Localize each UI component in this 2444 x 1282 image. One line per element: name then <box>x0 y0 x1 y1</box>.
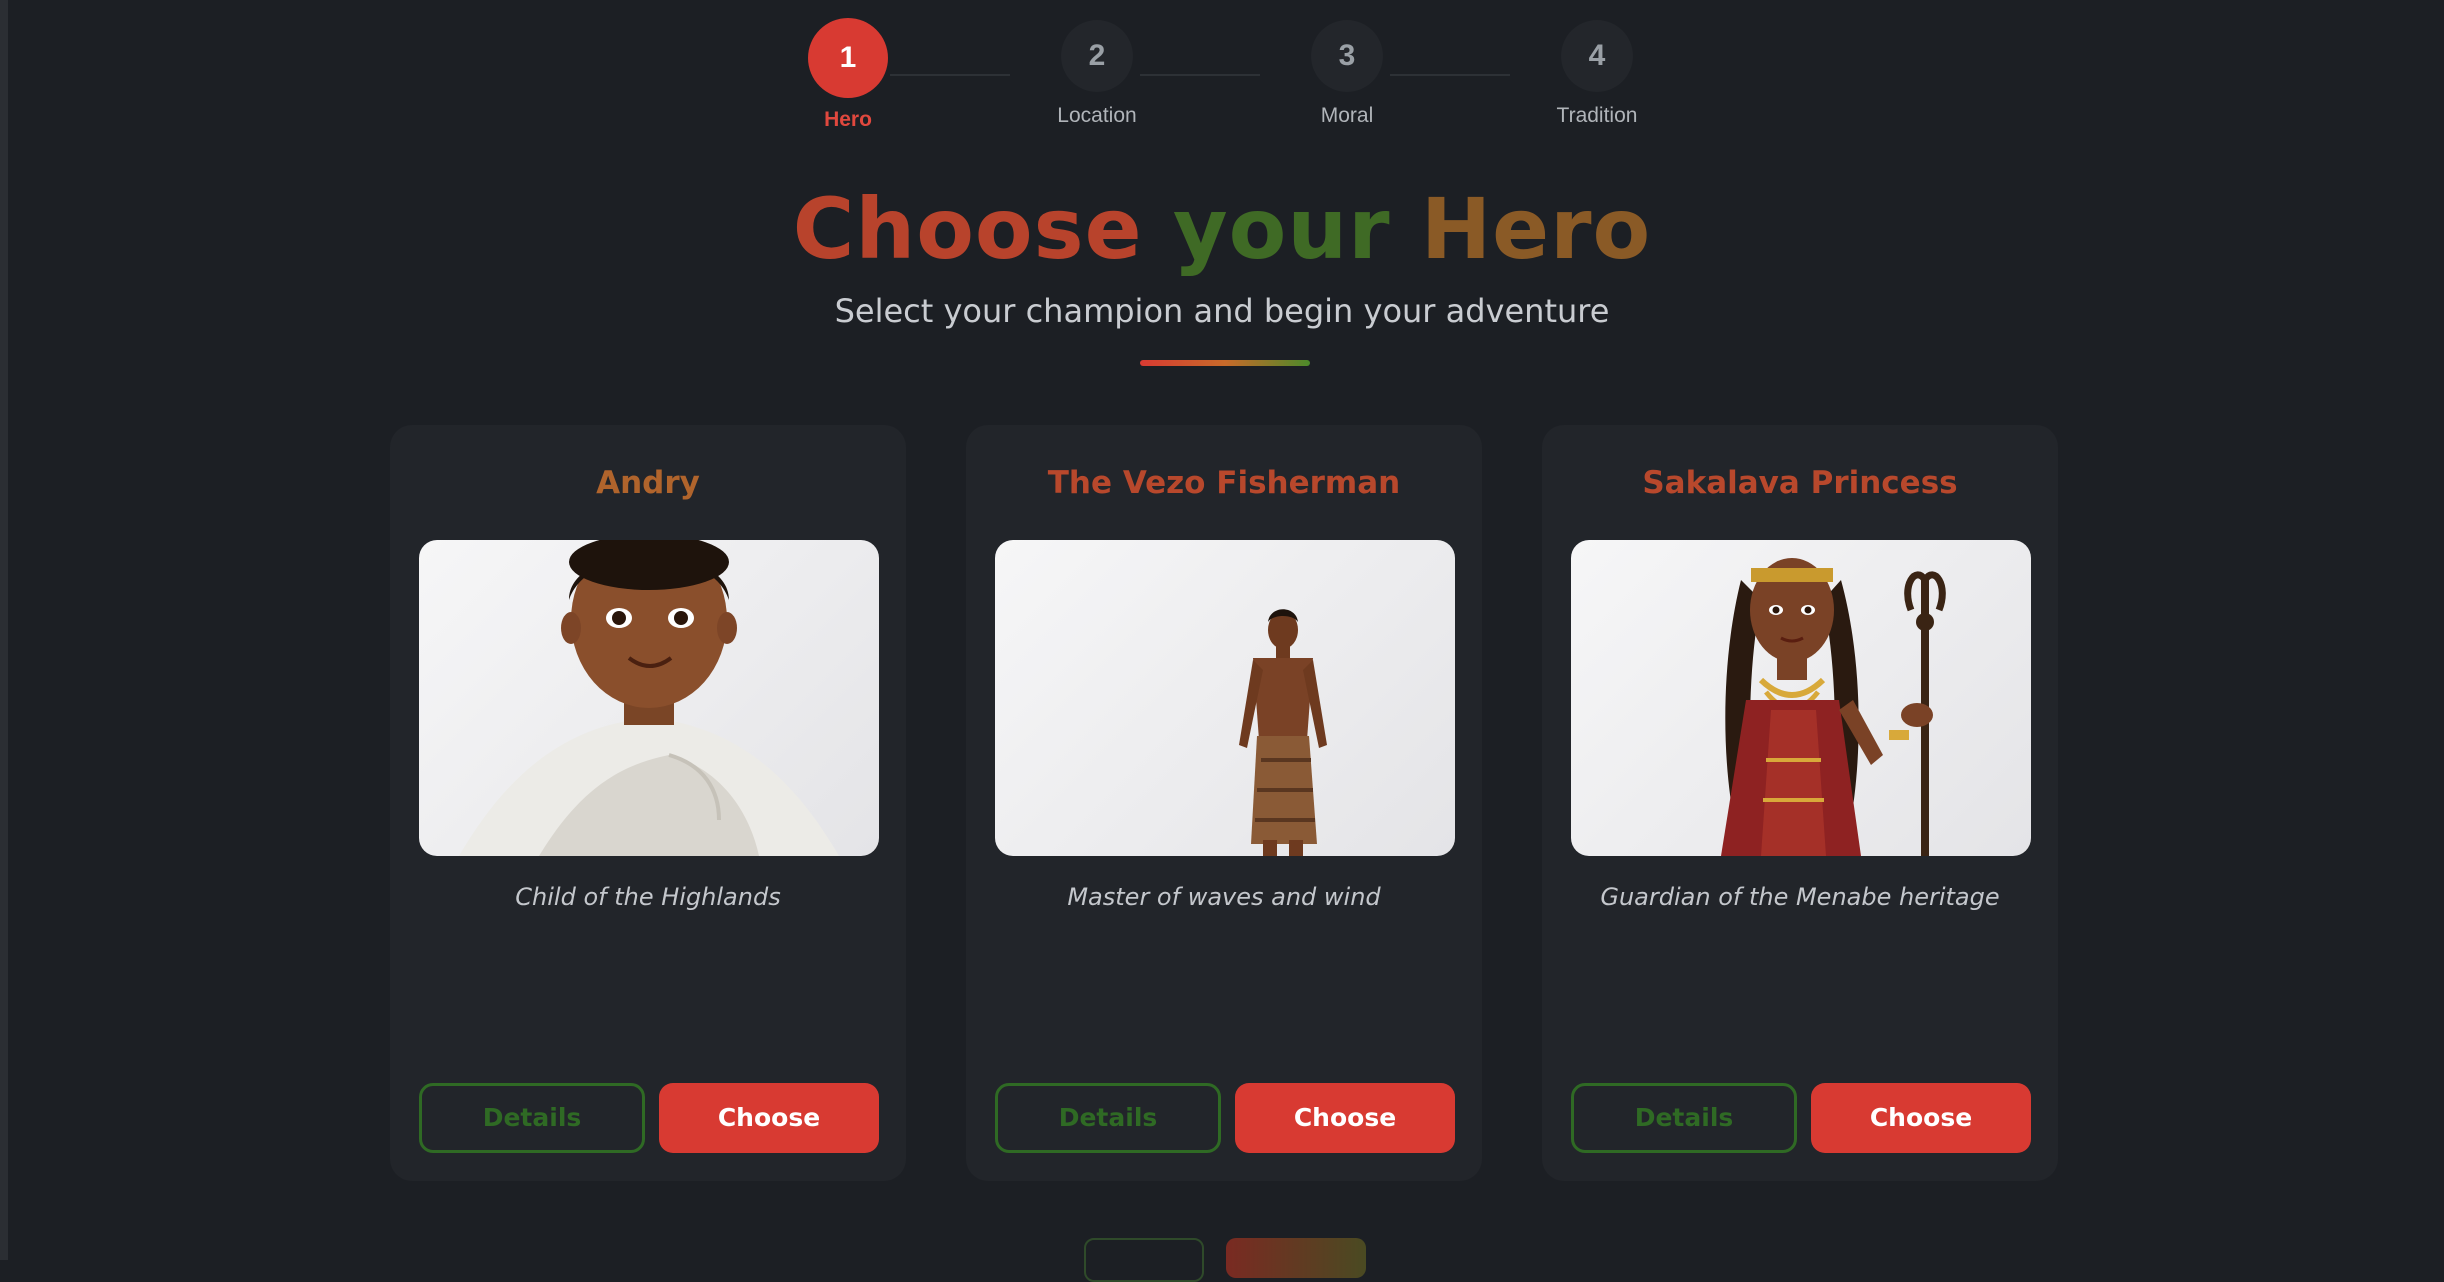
step-location[interactable]: 2 Location <box>997 0 1197 128</box>
hero-tagline: Child of the Highlands <box>515 883 781 911</box>
choose-button[interactable]: Choose <box>659 1083 879 1153</box>
details-button[interactable]: Details <box>1571 1083 1797 1153</box>
step-label: Tradition <box>1556 104 1638 127</box>
progress-stepper: 1 Hero 2 Location 3 Moral 4 Tradition <box>0 0 2444 140</box>
step-label: Hero <box>824 108 872 131</box>
hero-portrait <box>995 540 1455 856</box>
title-underline <box>1140 360 1310 366</box>
next-button[interactable] <box>1226 1238 1366 1278</box>
choose-button[interactable]: Choose <box>1811 1083 2031 1153</box>
step-label: Moral <box>1320 104 1374 127</box>
hero-card-sakalava-princess: Sakalava Princess Guardian of the Menabe… <box>1542 425 2058 1181</box>
hero-portrait <box>1571 540 2031 856</box>
page-subtitle: Select your champion and begin your adve… <box>834 292 1610 330</box>
title-word: your <box>1172 180 1391 278</box>
hero-card-vezo-fisherman: The Vezo Fisherman Master of waves and w… <box>966 425 1482 1181</box>
hero-portrait-illustration <box>1239 609 1327 856</box>
previous-button[interactable] <box>1084 1238 1204 1282</box>
title-word: Choose <box>792 180 1143 278</box>
step-label: Location <box>1057 104 1137 127</box>
step-number: 4 <box>1561 20 1633 92</box>
hero-card-andry: Andry Child of the Highlands Details Cho… <box>390 425 906 1181</box>
step-number: 2 <box>1061 20 1133 92</box>
details-button[interactable]: Details <box>419 1083 645 1153</box>
hero-tagline: Guardian of the Menabe heritage <box>1600 883 2000 911</box>
hero-name: Andry <box>596 465 700 501</box>
hero-portrait-illustration <box>1721 558 1946 856</box>
step-hero[interactable]: 1 Hero <box>748 0 948 132</box>
step-moral[interactable]: 3 Moral <box>1247 0 1447 128</box>
hero-portrait <box>419 540 879 856</box>
hero-name: Sakalava Princess <box>1642 465 1958 501</box>
details-button[interactable]: Details <box>995 1083 1221 1153</box>
hero-portrait-illustration <box>459 540 839 856</box>
page-title: Choose your Hero <box>0 180 2444 278</box>
step-number: 1 <box>808 18 888 98</box>
hero-name: The Vezo Fisherman <box>1047 465 1401 501</box>
step-number: 3 <box>1311 20 1383 92</box>
title-word: Hero <box>1420 180 1652 278</box>
step-tradition[interactable]: 4 Tradition <box>1497 0 1697 128</box>
choose-button[interactable]: Choose <box>1235 1083 1455 1153</box>
hero-tagline: Master of waves and wind <box>1067 883 1381 911</box>
